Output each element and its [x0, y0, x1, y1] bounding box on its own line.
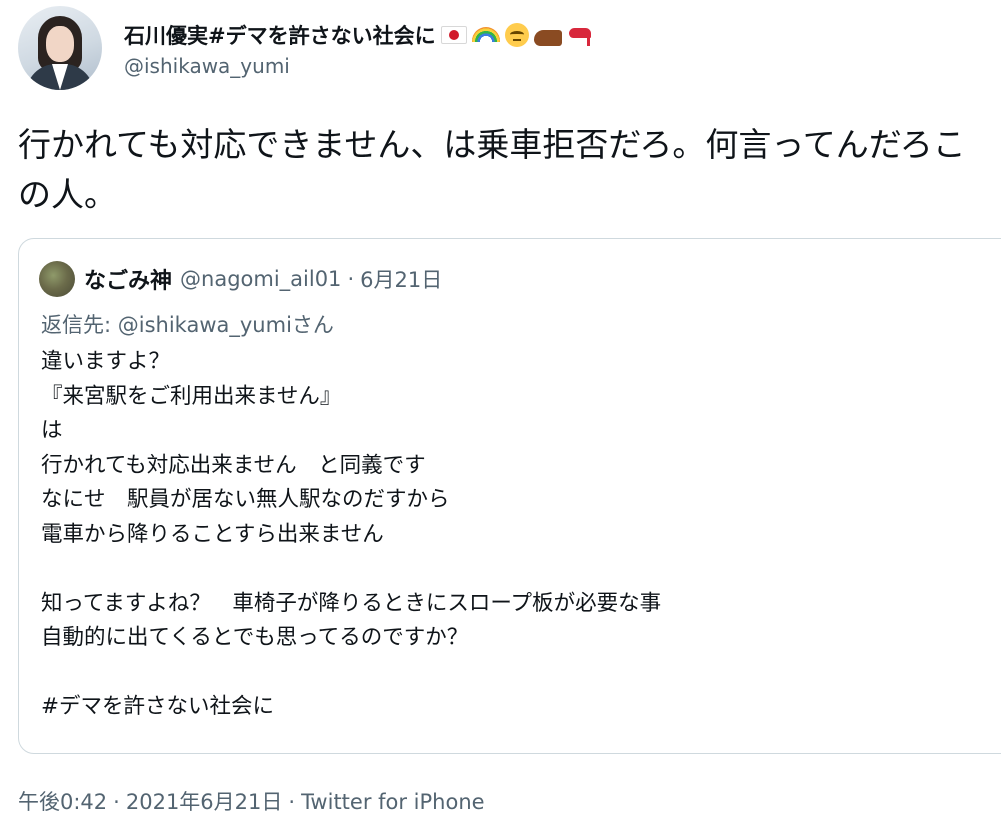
rainbow-icon: [471, 26, 500, 42]
mans-shoe-icon: [533, 30, 562, 46]
quoted-tweet-header: なごみ神 @nagomi_ail01 · 6月21日: [39, 261, 442, 297]
high-heel-icon: [567, 24, 595, 46]
tweet: 石川優実#デマを許さない社会に @ishikawa_yumi 行かれても対応でき…: [0, 0, 1001, 816]
tweet-source[interactable]: Twitter for iPhone: [301, 790, 485, 814]
japan-flag-icon: [440, 26, 467, 44]
reply-to-label: 返信先: @ishikawa_yumiさん: [41, 313, 334, 337]
quoted-tweet-body: 違いますよ？ 『来宮駅をご利用出来ません』 は 行かれても対応出来ません と同義…: [41, 345, 1001, 725]
quoted-separator: ·: [347, 267, 355, 291]
quoted-line: 『来宮駅をご利用出来ません』: [41, 383, 342, 409]
tweet-text: 行かれても対応できません、は乗車拒否だろ。何言ってんだろこの人。: [18, 125, 966, 214]
quoted-line: [41, 656, 1001, 691]
quoted-line: 自動的に出てくるとでも思ってるのですか？: [41, 625, 469, 650]
quoted-line: 違いますよ？: [41, 349, 171, 374]
eye-roll-face-icon: [504, 23, 529, 47]
display-name-row: 石川優実#デマを許さない社会に: [124, 18, 595, 52]
tweet-author: 石川優実#デマを許さない社会に @ishikawa_yumi: [18, 6, 595, 90]
quoted-tweet-date[interactable]: 6月21日: [360, 264, 442, 294]
footer-separator: ·: [113, 790, 120, 814]
quoted-line: は: [41, 418, 63, 443]
author-username[interactable]: @ishikawa_yumi: [124, 54, 595, 78]
quoted-author-username[interactable]: @nagomi_ail01: [180, 267, 341, 291]
tweet-footer: 午後0:42 · 2021年6月21日 · Twitter for iPhone: [18, 786, 485, 816]
author-display-name[interactable]: 石川優実#デマを許さない社会に: [124, 20, 436, 50]
quoted-author-avatar[interactable]: [39, 261, 75, 297]
author-avatar[interactable]: [18, 6, 102, 90]
quoted-line: 行かれても対応出来ません と同義です: [41, 452, 426, 478]
quoted-line: 電車から降りることすら出来ません: [41, 521, 384, 547]
quoted-line: [41, 552, 1001, 587]
author-names: 石川優実#デマを許さない社会に @ishikawa_yumi: [124, 18, 595, 78]
quoted-line: 知ってますよね？ 車椅子が降りるときにスロープ板が必要な事: [41, 590, 662, 616]
quoted-author-display-name[interactable]: なごみ神: [84, 263, 172, 295]
tweet-time[interactable]: 午後0:42: [18, 790, 107, 814]
tweet-date[interactable]: 2021年6月21日: [126, 790, 283, 814]
quoted-tweet[interactable]: なごみ神 @nagomi_ail01 · 6月21日 返信先: @ishikaw…: [18, 238, 1001, 754]
quoted-hashtag-line: #デマを許さない社会に: [41, 694, 275, 719]
footer-separator: ·: [288, 790, 296, 814]
quoted-line: なにせ 駅員が居ない無人駅なのだすから: [41, 487, 450, 512]
